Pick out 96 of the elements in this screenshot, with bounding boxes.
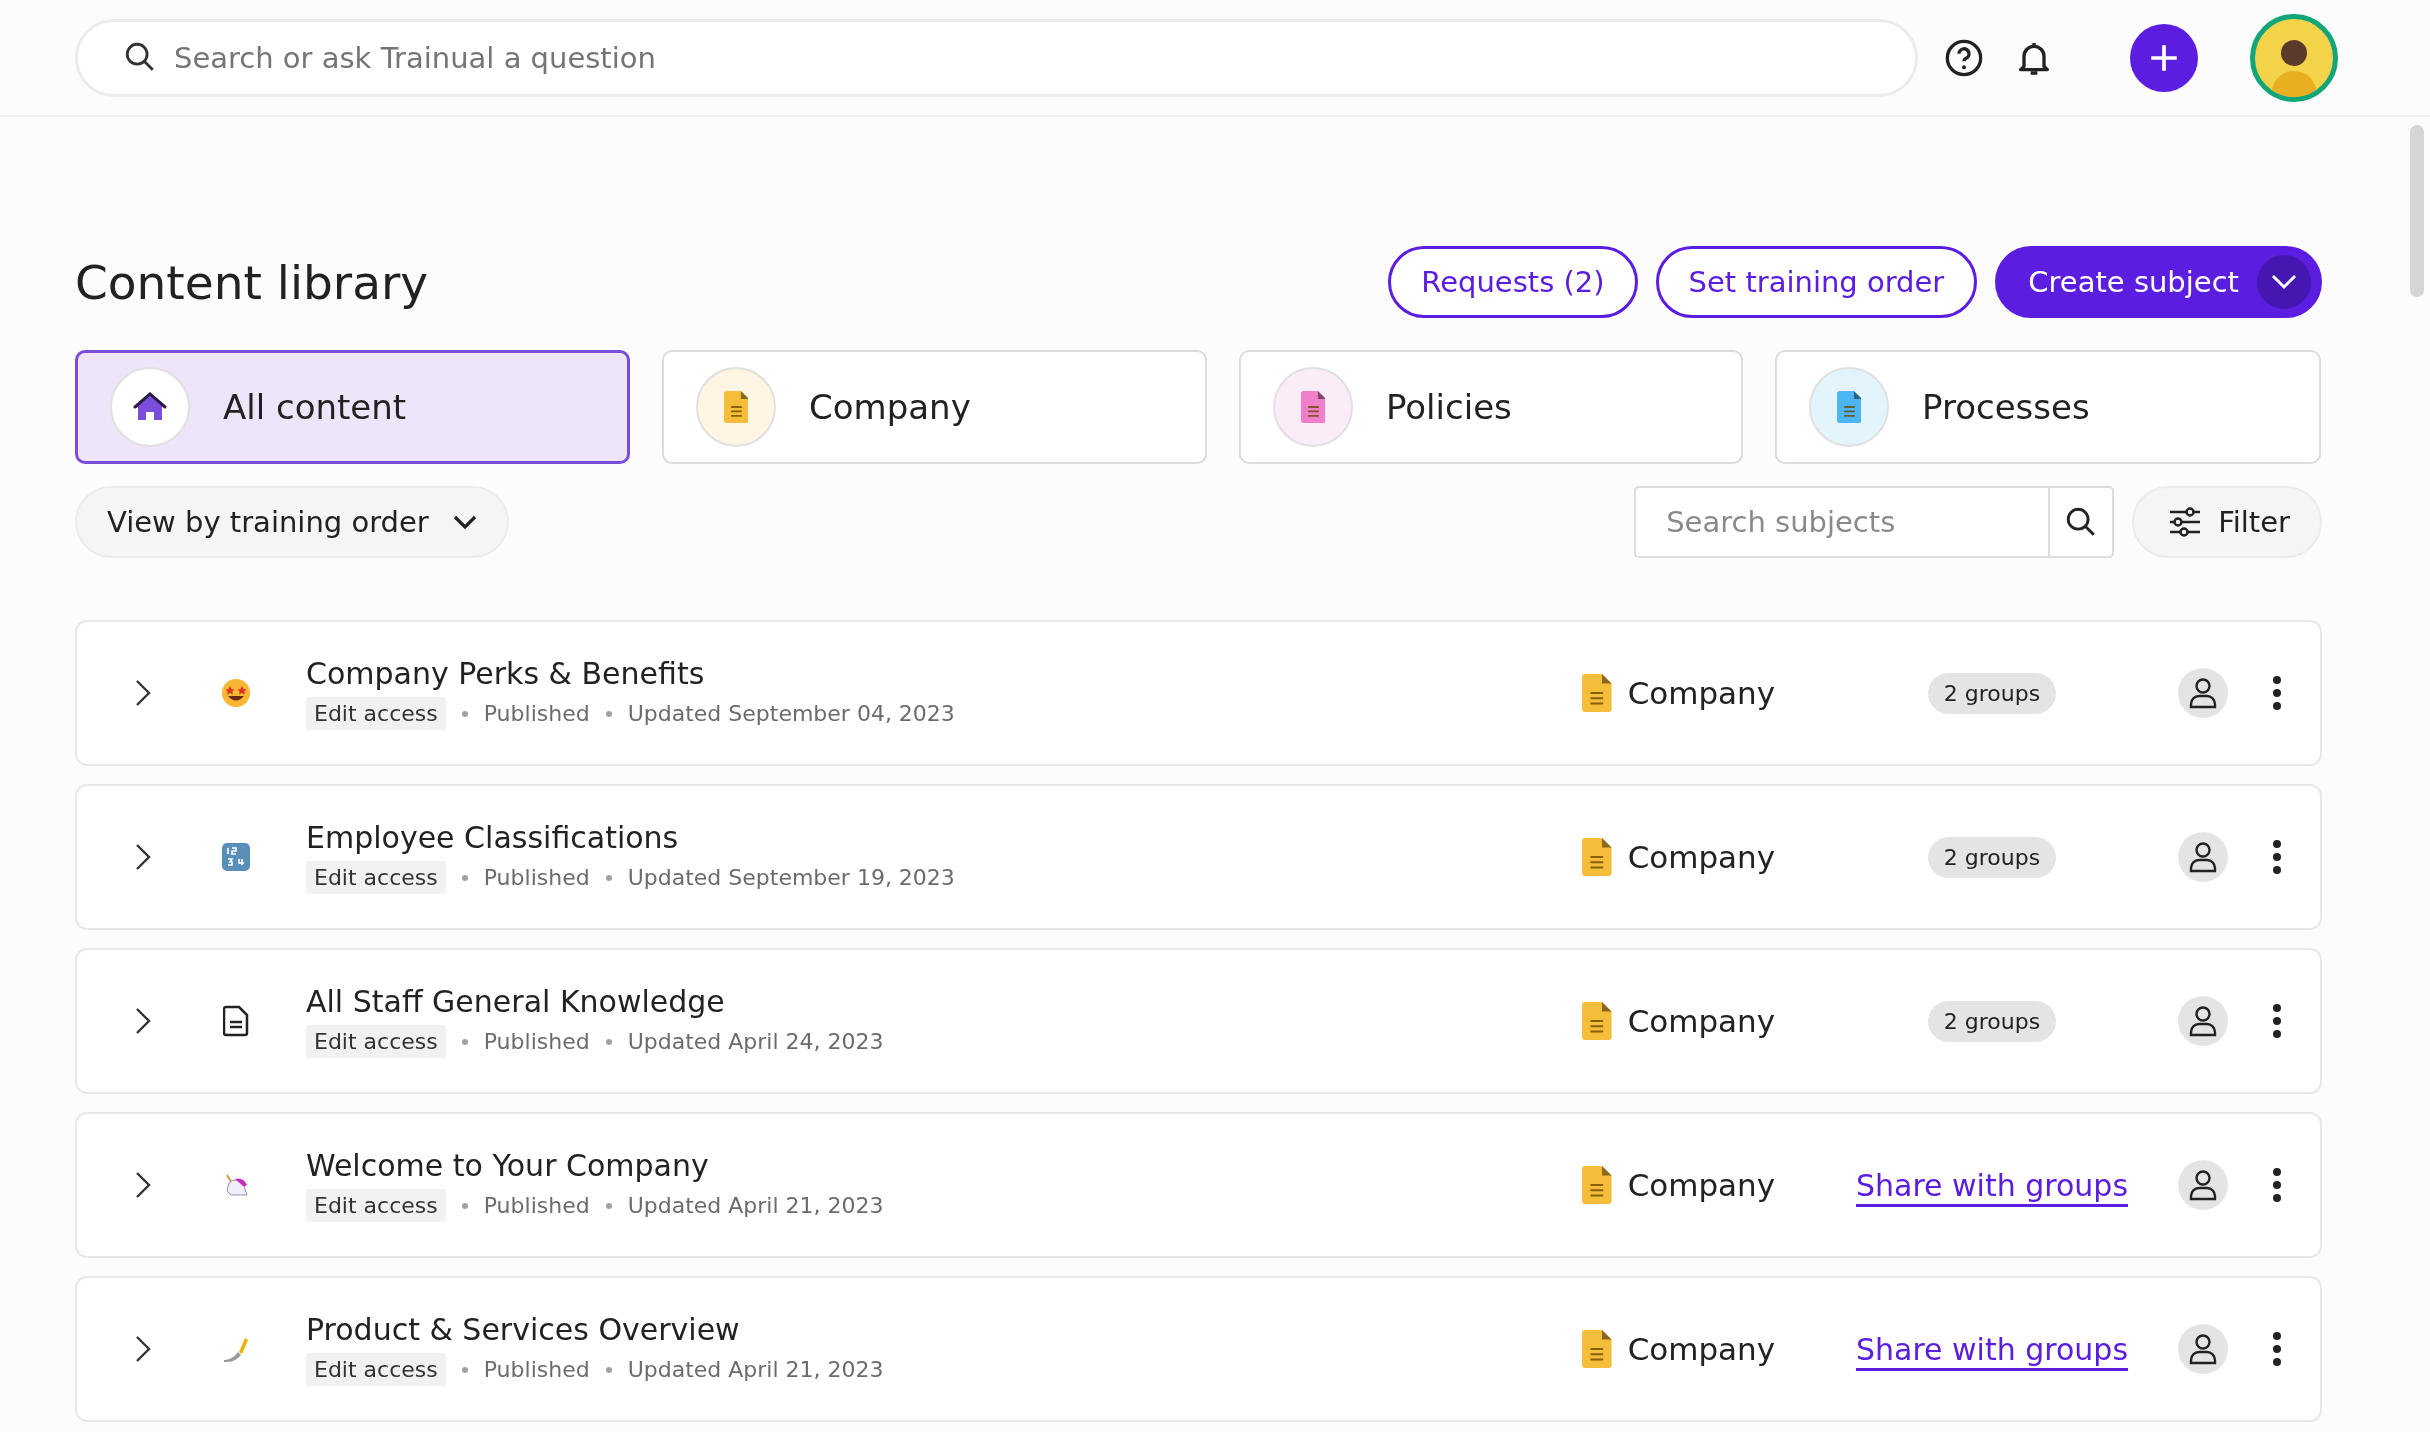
subject-search-field[interactable]: Search subjects [1634,486,2049,558]
share-link[interactable]: Share with groups [1855,1167,2129,1203]
subject-title[interactable]: Product & Services Overview [306,1312,1582,1347]
separator-dot [605,1038,612,1045]
category-tab[interactable]: All content [75,350,630,464]
separator-dot [461,1202,468,1209]
search-button[interactable] [2048,486,2115,558]
number-tile-icon [222,843,250,871]
sliders-icon [2168,507,2203,537]
document-outline-icon [223,1005,249,1037]
updated-date: Updated April 24, 2023 [627,1029,884,1054]
category-tab[interactable]: Processes [1775,350,2321,464]
user-icon [2188,677,2218,709]
action-button[interactable]: Set training order [1655,246,1978,318]
status-text: Published [483,865,590,890]
more-vertical-icon [2272,839,2282,875]
category-label: Company [1627,1167,1776,1203]
assign-user-button[interactable] [2178,1324,2228,1374]
subject-title[interactable]: Welcome to Your Company [306,1148,1582,1183]
access-tag: Edit access [306,697,446,730]
separator-dot [461,710,468,717]
subject-row[interactable]: Employee Classifications Edit access Published Updated September 19, 2023 Company 2 groups [75,784,2322,930]
view-dropdown[interactable]: View by training order [75,486,509,558]
more-vertical-icon [2272,1167,2282,1203]
separator-dot [605,874,612,881]
share-link[interactable]: Share with groups [1855,1331,2129,1367]
updated-date: Updated April 21, 2023 [627,1357,884,1382]
subject-row[interactable]: Product & Services Overview Edit access Published Updated April 21, 2023 Company Share with groups [75,1276,2322,1422]
action-button[interactable]: Requests (2) [1388,246,1638,318]
user-icon [2188,1169,2218,1201]
subject-title[interactable]: Company Perks & Benefits [306,656,1582,691]
subject-row[interactable]: All Staff General Knowledge Edit access Published Updated April 24, 2023 Company 2 groups [75,948,2322,1094]
document-icon [1300,391,1326,423]
search-field[interactable]: Search or ask Trainual a question [75,18,1918,97]
user-icon [2188,1333,2218,1365]
category-tab[interactable]: Company [662,350,1207,464]
separator-dot [605,1202,612,1209]
help-icon [1944,37,1984,78]
access-tag: Edit access [306,1025,446,1058]
category-tab[interactable]: Policies [1239,350,1743,464]
create-subject-button[interactable]: Create subject [1995,246,2322,318]
chevron-right-icon [135,1335,151,1363]
category-label: Company [1627,1331,1776,1367]
scrollbar-thumb[interactable] [2410,125,2424,297]
access-tag: Edit access [306,1353,446,1386]
chevron-down-icon [2271,274,2297,290]
subject-title[interactable]: Employee Classifications [306,820,1582,855]
more-vertical-icon [2272,675,2282,711]
chevron-right-icon [135,843,151,871]
category-label: Company [1627,675,1776,711]
separator-dot [605,710,612,717]
separator-dot [461,1038,468,1045]
chevron-right-icon [135,1171,151,1199]
document-icon [1582,1330,1612,1368]
more-vertical-icon [2272,1003,2282,1039]
separator-dot [605,1366,612,1373]
category-label: Company [1627,1003,1776,1039]
user-icon [2188,841,2218,873]
subject-row[interactable]: Welcome to Your Company Edit access Published Updated April 21, 2023 Company Share with groups [75,1112,2322,1258]
document-icon [1582,674,1612,712]
page-title: Content library [75,254,429,310]
star-eyed-face-icon [221,678,251,708]
chevron-right-icon [135,1007,151,1035]
document-icon [1582,1002,1612,1040]
subject-row[interactable]: Company Perks & Benefits Edit access Published Updated September 04, 2023 Company 2 groups [75,620,2322,766]
status-text: Published [483,1193,590,1218]
assign-user-button[interactable] [2178,1160,2228,1210]
house-icon [133,392,167,422]
updated-date: Updated September 19, 2023 [627,865,955,890]
chevron-right-icon [135,679,151,707]
updated-date: Updated September 04, 2023 [627,701,955,726]
filter-button[interactable]: Filter [2132,486,2322,558]
user-icon [2188,1005,2218,1037]
more-vertical-icon [2272,1331,2282,1367]
access-tag: Edit access [306,1189,446,1222]
groups-count: 2 groups [1927,1000,2057,1042]
groups-count: 2 groups [1927,672,2057,714]
help-button[interactable] [1944,37,1984,78]
subject-title[interactable]: All Staff General Knowledge [306,984,1582,1019]
assign-user-button[interactable] [2178,832,2228,882]
status-text: Published [483,1029,590,1054]
status-text: Published [483,701,590,726]
updated-date: Updated April 21, 2023 [627,1193,884,1218]
access-tag: Edit access [306,861,446,894]
document-icon [1582,838,1612,876]
category-label: Company [1627,839,1776,875]
separator-dot [461,874,468,881]
assign-user-button[interactable] [2178,668,2228,718]
separator-dot [461,1366,468,1373]
document-icon [1582,1166,1612,1204]
status-text: Published [483,1357,590,1382]
document-icon [1836,391,1862,423]
chevron-down-icon [452,515,477,529]
groups-count: 2 groups [1927,836,2057,878]
assign-user-button[interactable] [2178,996,2228,1046]
document-icon [723,391,749,423]
